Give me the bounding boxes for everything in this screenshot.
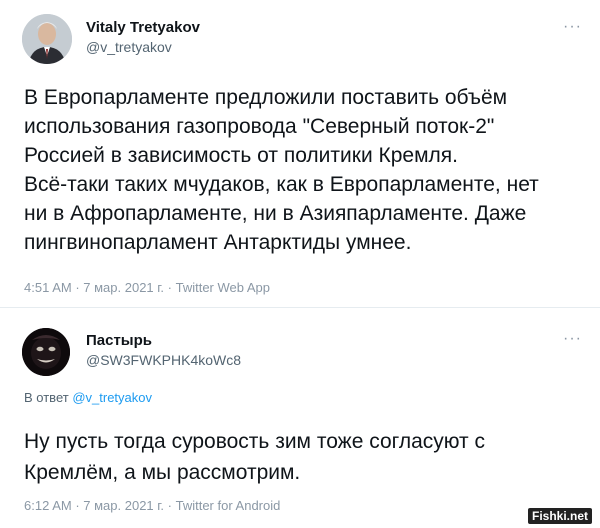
meta-separator: · bbox=[71, 498, 84, 513]
tweet-date[interactable]: 7 мар. 2021 г. bbox=[83, 498, 164, 513]
tweet-text: В Европарламенте предложили поставить об… bbox=[24, 86, 539, 254]
tweet-meta: 6:12 AM · 7 мар. 2021 г. · Twitter for A… bbox=[24, 498, 280, 513]
tweet-time[interactable]: 4:51 AM bbox=[24, 280, 72, 295]
watermark-logo: Fishki.net bbox=[527, 508, 592, 524]
more-dots-icon[interactable]: ··· bbox=[563, 18, 582, 36]
reply-prefix: В ответ bbox=[24, 390, 69, 405]
author-name[interactable]: Vitaly Tretyakov bbox=[86, 19, 200, 37]
tweet-meta: 4:51 AM · 7 мар. 2021 г. · Twitter Web A… bbox=[24, 280, 270, 295]
tweet-source[interactable]: Twitter Web App bbox=[176, 280, 270, 295]
tweet-time[interactable]: 6:12 AM bbox=[24, 498, 72, 513]
avatar[interactable] bbox=[22, 328, 70, 376]
author-handle[interactable]: @SW3FWKPHK4koWc8 bbox=[86, 352, 241, 369]
more-dots-icon[interactable]: ··· bbox=[563, 330, 582, 348]
author-block[interactable]: Vitaly Tretyakov @v_tretyakov bbox=[86, 19, 200, 56]
author-name[interactable]: Пастырь bbox=[86, 332, 241, 350]
author-block[interactable]: Пастырь @SW3FWKPHK4koWc8 bbox=[86, 332, 241, 369]
tweet-original[interactable]: Vitaly Tretyakov @v_tretyakov ··· В Евро… bbox=[0, 0, 600, 307]
reply-to-handle-link[interactable]: @v_tretyakov bbox=[72, 390, 152, 405]
avatar-image bbox=[22, 14, 72, 64]
meta-separator: · bbox=[164, 498, 176, 513]
author-handle[interactable]: @v_tretyakov bbox=[86, 39, 200, 56]
tweet-source[interactable]: Twitter for Android bbox=[176, 498, 281, 513]
meta-separator: · bbox=[71, 280, 84, 295]
tweet-date[interactable]: 7 мар. 2021 г. bbox=[83, 280, 164, 295]
tweet-reply[interactable]: Пастырь @SW3FWKPHK4koWc8 ··· В ответ @v_… bbox=[0, 307, 600, 528]
tweet-text: Ну пусть тогда суровость зим тоже соглас… bbox=[24, 430, 485, 484]
meta-separator: · bbox=[164, 280, 176, 295]
avatar[interactable] bbox=[22, 14, 72, 64]
reply-to-line: В ответ @v_tretyakov bbox=[24, 390, 152, 405]
avatar-image bbox=[22, 328, 70, 376]
